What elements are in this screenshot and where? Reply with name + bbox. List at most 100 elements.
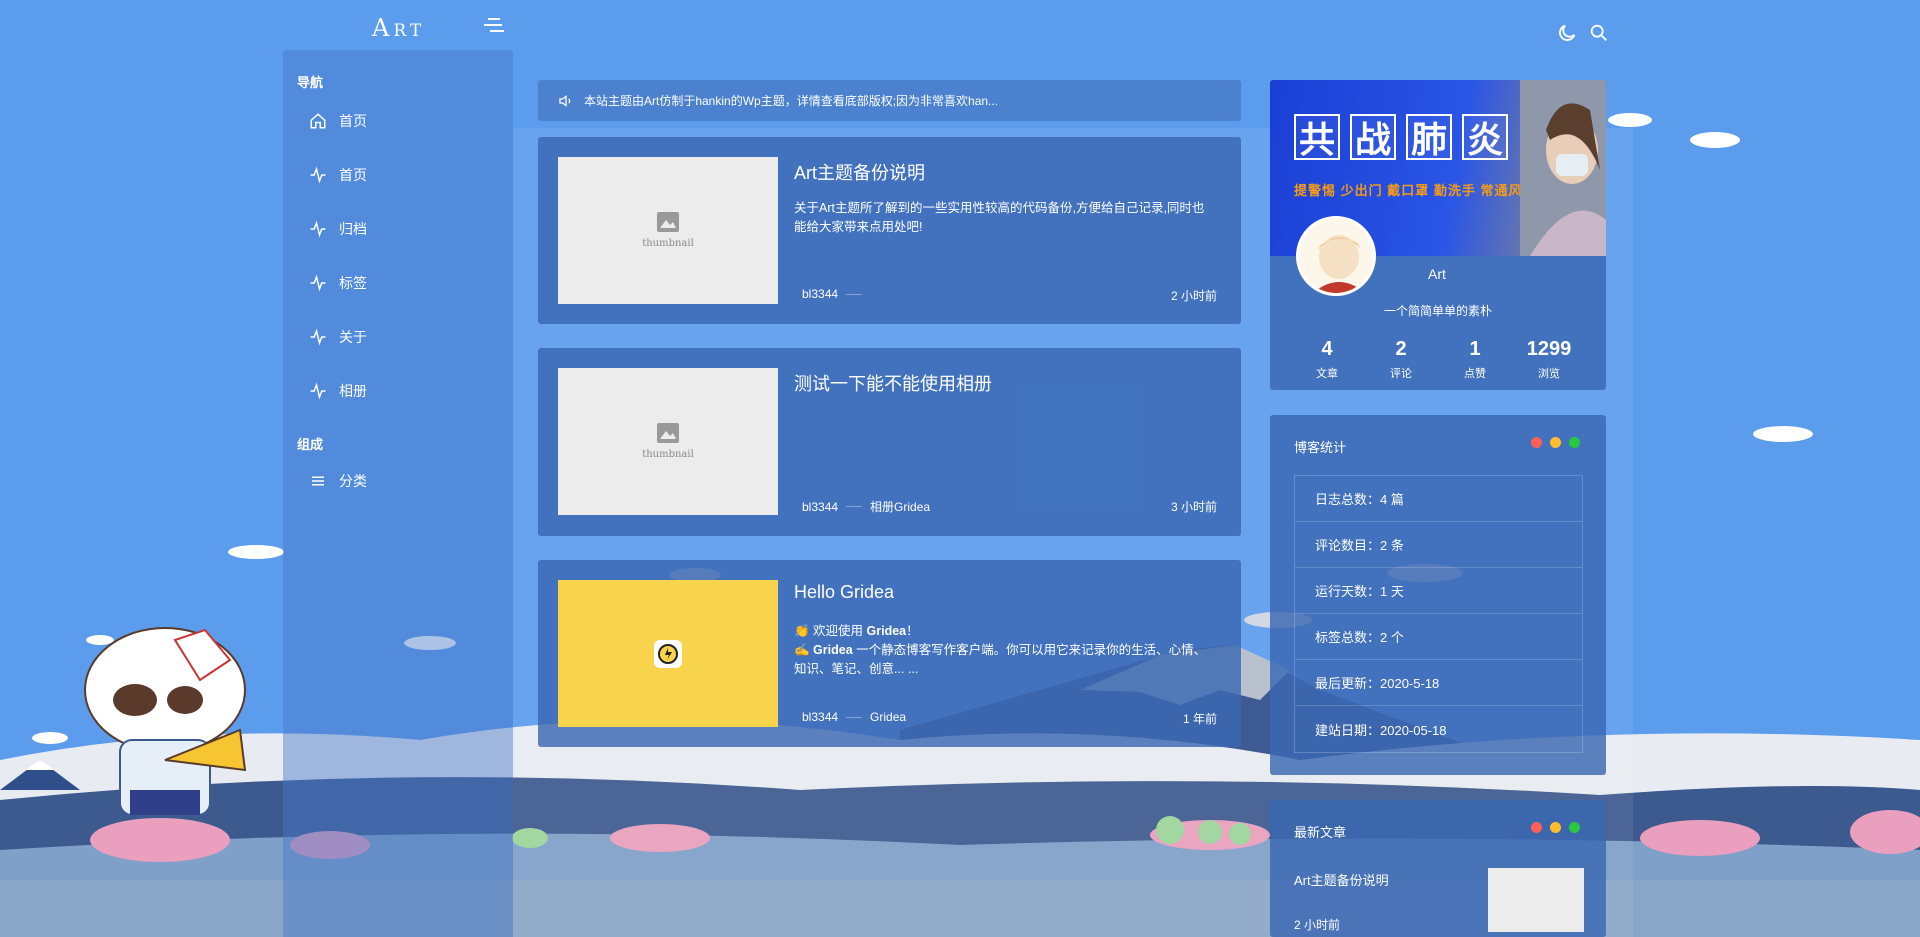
- profile-stats: 4 文章 2 评论 1 点赞 1299 浏览: [1290, 338, 1586, 381]
- post-author[interactable]: bl3344: [802, 500, 838, 514]
- notice-bar[interactable]: 本站主题由Art仿制于hankin的Wp主题，详情查看底部版权;因为非常喜欢ha…: [538, 80, 1241, 121]
- sidebar-item-home[interactable]: 首页: [283, 94, 513, 148]
- top-bar: ART: [0, 0, 1920, 60]
- blog-stats-card: 博客统计 日志总数：4 篇 评论数目：2 条 运行天数：1 天 标签总数：2 个…: [1270, 415, 1606, 775]
- stat-value: 1299: [1526, 338, 1572, 360]
- post-excerpt: 关于Art主题所了解到的一些实用性较高的代码备份,方便给自己记录,同时也能给大家…: [794, 201, 1205, 234]
- banner-char: 炎: [1462, 114, 1508, 160]
- dot-yellow: [1550, 822, 1561, 833]
- excerpt-text: 一个静态博客写作客户端。你可以用它来记录你的生活、心情、知识、笔记、创意... …: [794, 643, 1207, 676]
- post-card[interactable]: Hello Gridea 👏 欢迎使用 Gridea！ ✍️ Gridea 一个…: [538, 560, 1241, 747]
- gridea-icon: [658, 643, 678, 664]
- post-time: 3 小时前: [1170, 500, 1217, 514]
- sidebar-item-label: 标签: [339, 275, 367, 291]
- banner-char: 战: [1350, 114, 1396, 160]
- window-dots: [1531, 822, 1580, 833]
- post-thumbnail[interactable]: thumbnail: [558, 368, 778, 515]
- activity-icon: [310, 166, 326, 184]
- sidebar-item-label: 分类: [339, 473, 367, 489]
- thumbnail-label: thumbnail: [642, 449, 694, 460]
- home-icon: [310, 113, 326, 129]
- sidebar-item-home-2[interactable]: 首页: [283, 148, 513, 202]
- recent-posts-card: 最新文章 Art主题备份说明 2 小时前: [1270, 800, 1606, 937]
- post-card[interactable]: thumbnail Art主题备份说明 关于Art主题所了解到的一些实用性较高的…: [538, 137, 1241, 324]
- stats-list: 日志总数：4 篇 评论数目：2 条 运行天数：1 天 标签总数：2 个 最后更新…: [1294, 475, 1583, 753]
- stats-row: 运行天数：1 天: [1295, 568, 1582, 614]
- banner-char: 共: [1294, 114, 1340, 160]
- excerpt-text: 👏 欢迎使用: [794, 624, 867, 638]
- stat-label: 文章: [1316, 368, 1338, 380]
- sidebar-item-label: 相册: [339, 383, 367, 399]
- image-icon: [657, 212, 679, 232]
- stats-row: 日志总数：4 篇: [1295, 476, 1582, 522]
- dot-green: [1569, 437, 1580, 448]
- dot-red: [1531, 822, 1542, 833]
- stat-label: 评论: [1390, 368, 1412, 380]
- sidebar-item-label: 关于: [339, 329, 367, 345]
- stat-comments[interactable]: 2 评论: [1365, 338, 1437, 381]
- list-icon: [312, 476, 324, 486]
- stat-views[interactable]: 1299 浏览: [1513, 338, 1585, 381]
- moon-icon[interactable]: [1556, 22, 1578, 44]
- post-time: 2 小时前: [1170, 289, 1217, 303]
- stat-articles[interactable]: 4 文章: [1291, 338, 1363, 381]
- sidebar-section-group: 组成: [297, 437, 324, 452]
- sidebar-item-album[interactable]: 相册: [283, 364, 513, 418]
- avatar-image: [1299, 219, 1373, 293]
- excerpt-bold: Gridea: [866, 624, 907, 638]
- window-dots: [1531, 437, 1580, 448]
- sidebar-item-category[interactable]: 分类: [283, 454, 513, 508]
- post-thumbnail[interactable]: thumbnail: [558, 157, 778, 304]
- menu-icon[interactable]: [484, 16, 506, 34]
- post-thumbnail[interactable]: [558, 580, 778, 727]
- search-icon[interactable]: [1588, 22, 1610, 44]
- excerpt-text: ✍️: [794, 643, 814, 657]
- stats-row: 最后更新：2020-5-18: [1295, 660, 1582, 706]
- post-title[interactable]: 测试一下能不能使用相册: [794, 370, 992, 396]
- stat-value: 2: [1395, 338, 1407, 360]
- sidebar-item-label: 首页: [339, 167, 367, 183]
- image-icon: [657, 423, 679, 443]
- post-card[interactable]: thumbnail 测试一下能不能使用相册 bl3344 相册Gridea 3 …: [538, 348, 1241, 536]
- logo-letter: A: [372, 14, 394, 42]
- stat-likes[interactable]: 1 点赞: [1439, 338, 1511, 381]
- post-excerpt: 👏 欢迎使用 Gridea！ ✍️ Gridea 一个静态博客写作客户端。你可以…: [794, 622, 1214, 679]
- stat-value: 4: [1321, 338, 1333, 360]
- gridea-logo: [654, 639, 682, 668]
- sidebar-item-about[interactable]: 关于: [283, 310, 513, 364]
- recent-post-thumbnail[interactable]: [1488, 868, 1584, 932]
- activity-icon: [310, 382, 326, 400]
- recent-post-time: 2 小时前: [1294, 918, 1341, 932]
- banner-char: 肺: [1406, 114, 1452, 160]
- sidebar-item-archive[interactable]: 归档: [283, 202, 513, 256]
- recent-post-item[interactable]: Art主题备份说明 2 小时前: [1294, 868, 1584, 932]
- dot-red: [1531, 437, 1542, 448]
- thumbnail-label: thumbnail: [642, 238, 694, 249]
- stats-row: 评论数目：2 条: [1295, 522, 1582, 568]
- avatar[interactable]: [1296, 216, 1376, 296]
- logo-letters: RT: [393, 21, 426, 41]
- meta-divider: [846, 506, 863, 507]
- banner-person-image: [1520, 80, 1606, 256]
- post-time: 1 年前: [1182, 712, 1217, 726]
- meta-divider: [846, 716, 863, 718]
- stat-value: 1: [1469, 338, 1481, 360]
- sidebar-item-label: 归档: [339, 221, 367, 237]
- notice-text: 本站主题由Art仿制于hankin的Wp主题，详情查看底部版权;因为非常喜欢ha…: [584, 94, 999, 108]
- profile-card: 共 战 肺 炎 提警惕 少出门 戴口罩 勤洗手 常通风 Art 一个简简单单的素…: [1270, 80, 1606, 390]
- profile-name[interactable]: Art: [1428, 266, 1446, 282]
- post-title[interactable]: Hello Gridea: [794, 582, 894, 603]
- site-logo[interactable]: ART: [372, 14, 425, 42]
- post-author[interactable]: bl3344: [802, 710, 838, 724]
- post-author[interactable]: bl3344: [802, 287, 838, 301]
- sidebar-item-label: 首页: [339, 113, 367, 129]
- stat-label: 浏览: [1538, 368, 1560, 380]
- activity-icon: [310, 220, 326, 238]
- sidebar: 导航 首页 首页 归档 标签 关于 相册 组成 分类: [283, 50, 513, 937]
- sidebar-item-tags[interactable]: 标签: [283, 256, 513, 310]
- activity-icon: [310, 328, 326, 346]
- speaker-icon: [559, 94, 571, 107]
- post-tag[interactable]: 相册Gridea: [870, 498, 930, 515]
- post-title[interactable]: Art主题备份说明: [794, 159, 925, 185]
- post-tag[interactable]: Gridea: [870, 710, 906, 724]
